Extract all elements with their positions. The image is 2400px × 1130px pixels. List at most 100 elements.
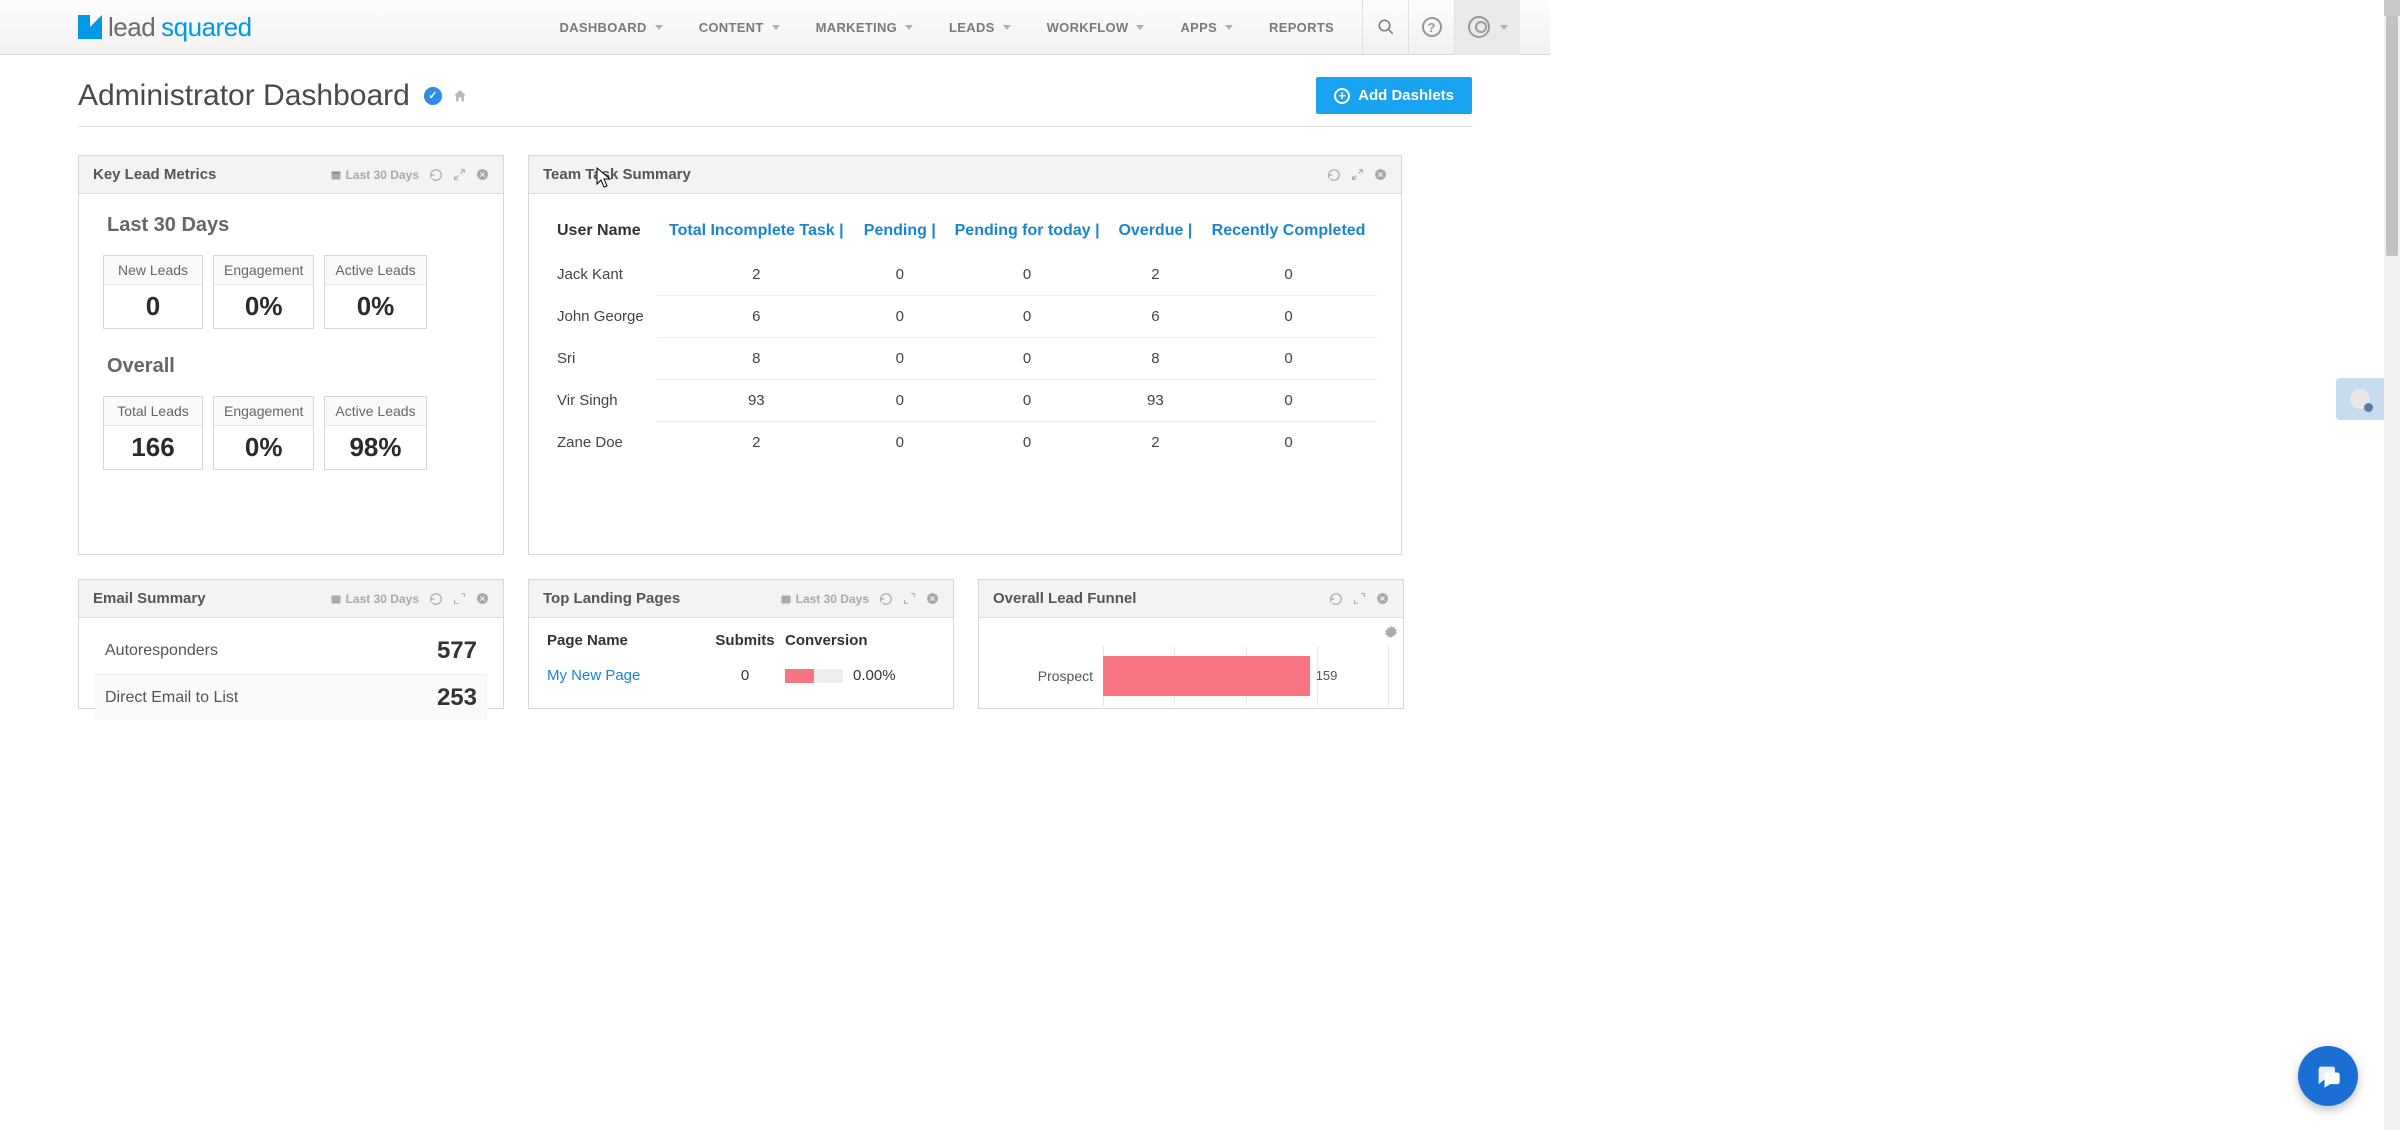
tts-cell-value: 0 — [856, 254, 943, 296]
table-row: Jack Kant20020 — [553, 254, 1377, 296]
metric-value: 0% — [325, 285, 425, 328]
close-icon — [1376, 592, 1389, 605]
metric-label: New Leads — [104, 256, 202, 285]
expand-button[interactable] — [453, 592, 466, 605]
user-menu[interactable] — [1454, 0, 1520, 55]
vertical-scrollbar[interactable] — [2384, 0, 2400, 1130]
tts-cell-value: 2 — [657, 422, 857, 464]
main-nav: DASHBOARD CONTENT MARKETING LEADS WORKFL… — [541, 0, 1352, 55]
date-range[interactable]: Last 30 Days — [330, 168, 419, 182]
dashlet-title: Top Landing Pages — [543, 590, 680, 607]
add-dashlets-button[interactable]: + Add Dashlets — [1316, 77, 1472, 114]
refresh-icon — [1327, 168, 1341, 182]
settings-button[interactable] — [1383, 624, 1399, 640]
page-header: Administrator Dashboard + Add Dashlets — [78, 77, 1472, 127]
help-button[interactable]: ? — [1408, 0, 1454, 55]
expand-button[interactable] — [1351, 168, 1364, 181]
logo[interactable]: leadsquared — [78, 12, 252, 43]
nav-utility: ? — [1362, 0, 1520, 55]
metric-label: Engagement — [214, 397, 313, 426]
chevron-down-icon — [1136, 25, 1144, 30]
dashlet-email-summary: Email Summary Last 30 Days Autoresponder… — [78, 579, 504, 709]
close-icon — [476, 168, 489, 181]
tts-cell-value: 0 — [944, 338, 1111, 380]
metric-value: 166 — [104, 426, 202, 469]
refresh-button[interactable] — [429, 168, 443, 182]
nav-workflow[interactable]: WORKFLOW — [1029, 0, 1163, 55]
chevron-down-icon — [772, 25, 780, 30]
date-range-label: Last 30 Days — [346, 592, 419, 606]
expand-button[interactable] — [903, 592, 916, 605]
nav-apps-label: APPS — [1180, 20, 1217, 35]
close-button[interactable] — [476, 592, 489, 605]
scroll-thumb[interactable] — [2386, 16, 2398, 256]
chevron-down-icon — [1003, 25, 1011, 30]
nav-marketing[interactable]: MARKETING — [798, 0, 931, 55]
expand-button[interactable] — [453, 168, 466, 181]
table-row: Zane Doe20020 — [553, 422, 1377, 464]
close-button[interactable] — [1376, 592, 1389, 605]
close-button[interactable] — [926, 592, 939, 605]
metric-box: Engagement0% — [213, 396, 314, 470]
tts-header-link[interactable]: Pending | — [856, 214, 943, 254]
table-row: John George60060 — [553, 296, 1377, 338]
close-button[interactable] — [476, 168, 489, 181]
tts-cell-value: 93 — [1111, 380, 1200, 422]
tts-header-link[interactable]: Overdue | — [1111, 214, 1200, 254]
klm-section-last30: Last 30 Days — [107, 214, 479, 237]
tts-header-username: User Name — [553, 214, 657, 254]
funnel-plot: 159 — [1103, 646, 1389, 706]
landing-page-link[interactable]: My New Page — [547, 667, 640, 684]
refresh-button[interactable] — [429, 592, 443, 606]
dashlet-team-task-summary: Team Task Summary User NameTotal Incompl… — [528, 155, 1402, 555]
logo-text-squared: squared — [161, 12, 251, 43]
nav-content[interactable]: CONTENT — [681, 0, 798, 55]
calendar-icon — [330, 169, 342, 181]
metric-box: Active Leads0% — [324, 255, 426, 329]
close-button[interactable] — [1374, 168, 1387, 181]
expand-button[interactable] — [1353, 592, 1366, 605]
refresh-button[interactable] — [879, 592, 893, 606]
tts-cell-value: 0 — [1200, 422, 1377, 464]
tts-header-link[interactable]: Total Incomplete Task | — [657, 214, 857, 254]
tlp-header-submits: Submits — [705, 632, 785, 649]
nav-leads[interactable]: LEADS — [931, 0, 1029, 55]
refresh-icon — [879, 592, 893, 606]
search-button[interactable] — [1362, 0, 1408, 55]
dashlet-title: Overall Lead Funnel — [993, 590, 1136, 607]
tts-cell-value: 0 — [1200, 338, 1377, 380]
funnel-value: 159 — [1316, 668, 1338, 683]
home-icon[interactable] — [452, 88, 468, 104]
plus-icon: + — [1334, 88, 1350, 104]
refresh-button[interactable] — [1329, 592, 1343, 606]
refresh-button[interactable] — [1327, 168, 1341, 182]
email-row-value: 577 — [437, 637, 477, 665]
nav-apps[interactable]: APPS — [1162, 0, 1251, 55]
expand-icon — [1353, 592, 1366, 605]
side-contact-tab[interactable] — [2336, 378, 2384, 420]
email-row-label: Direct Email to List — [105, 689, 238, 707]
dashlet-overall-lead-funnel: Overall Lead Funnel Prospect — [978, 579, 1404, 709]
chevron-down-icon — [1500, 25, 1508, 30]
chat-icon — [2314, 1062, 2342, 1090]
calendar-icon — [780, 593, 792, 605]
tts-header-link[interactable]: Pending for today | — [944, 214, 1111, 254]
tts-header-link[interactable]: Recently Completed — [1200, 214, 1377, 254]
nav-reports[interactable]: REPORTS — [1251, 0, 1352, 55]
nav-dashboard-label: DASHBOARD — [559, 20, 646, 35]
metric-value: 0% — [214, 285, 313, 328]
tlp-header-conversion: Conversion — [785, 632, 935, 649]
metric-box: Total Leads166 — [103, 396, 203, 470]
gear-icon — [1383, 624, 1399, 640]
metric-label: Total Leads — [104, 397, 202, 426]
chat-fab[interactable] — [2298, 1046, 2358, 1106]
date-range[interactable]: Last 30 Days — [780, 592, 869, 606]
nav-marketing-label: MARKETING — [816, 20, 897, 35]
close-icon — [476, 592, 489, 605]
date-range[interactable]: Last 30 Days — [330, 592, 419, 606]
refresh-icon — [1329, 592, 1343, 606]
tts-cell-username: Zane Doe — [553, 422, 657, 464]
metric-box: Active Leads98% — [324, 396, 426, 470]
nav-dashboard[interactable]: DASHBOARD — [541, 0, 680, 55]
close-icon — [926, 592, 939, 605]
